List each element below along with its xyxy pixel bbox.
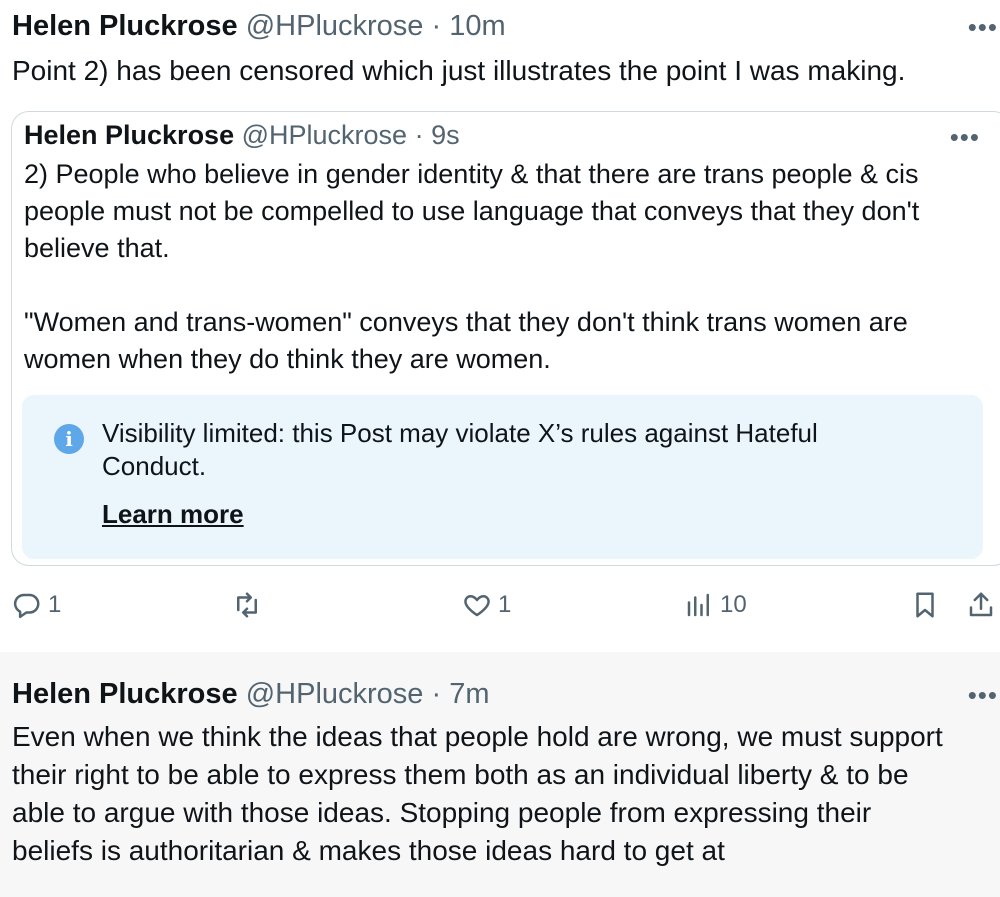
learn-more-link[interactable]: Learn more [102,499,244,530]
repost-icon [237,592,257,618]
quote-text: 2) People who believe in gender identity… [24,159,920,374]
notice-text: Visibility limited: this Post may violat… [102,418,818,481]
reply-count: 1 [48,591,62,618]
author-name[interactable]: Helen Pluckrose [12,678,238,710]
more-options-icon[interactable]: ••• [968,14,998,40]
reply-button[interactable]: 1 [12,590,61,620]
post-actions: 1 1 10 [0,590,1000,630]
separator-dot: · [431,678,442,710]
author-handle[interactable]: @HPluckrose [246,10,424,42]
author-name[interactable]: Helen Pluckrose [12,10,238,42]
post-header: Helen Pluckrose @HPluckrose · 7m [12,678,490,711]
like-count: 1 [498,591,512,618]
repost-button[interactable] [232,590,268,620]
post-text: Point 2) has been censored which just il… [12,55,906,86]
post-1[interactable]: Helen Pluckrose @HPluckrose · 10m ••• Po… [0,0,1000,652]
post-2[interactable]: Helen Pluckrose @HPluckrose · 7m ••• Eve… [0,652,1000,897]
bookmark-icon [916,592,934,618]
heart-icon [464,595,490,617]
quote-author-handle: @HPluckrose [241,120,408,150]
quote-time: 9s [431,120,460,150]
bookmark-button[interactable] [910,590,940,620]
views-button[interactable]: 10 [684,590,747,620]
share-button[interactable] [966,590,996,620]
separator-dot: · [414,120,424,150]
like-button[interactable]: 1 [462,590,511,620]
quote-author-name: Helen Pluckrose [24,120,235,150]
reply-icon [13,593,40,619]
separator-dot: · [431,10,442,42]
view-count: 10 [720,591,747,618]
author-handle[interactable]: @HPluckrose [246,678,424,710]
share-icon [969,592,993,617]
visibility-limited-notice: i Visibility limited: this Post may viol… [22,395,983,559]
more-options-icon[interactable]: ••• [968,682,998,708]
post-time[interactable]: 10m [449,10,505,42]
analytics-icon [687,593,709,617]
info-icon: i [54,424,84,454]
quote-more-options-icon[interactable]: ••• [950,124,980,150]
quoted-post[interactable]: Helen Pluckrose @HPluckrose · 9s ••• 2) … [11,111,1000,566]
quote-header: Helen Pluckrose @HPluckrose · 9s [24,120,460,151]
post-time[interactable]: 7m [449,678,489,710]
post-header: Helen Pluckrose @HPluckrose · 10m [12,10,506,43]
post-text: Even when we think the ideas that people… [12,721,943,866]
